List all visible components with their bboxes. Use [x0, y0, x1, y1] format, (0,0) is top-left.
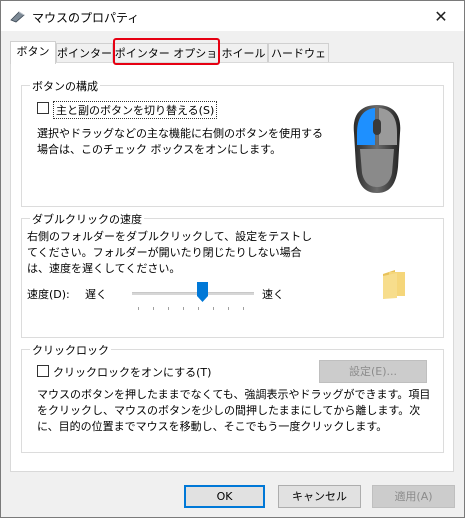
window-title: マウスのプロパティ — [32, 11, 140, 25]
cancel-button[interactable]: キャンセル — [278, 485, 361, 508]
mouse-app-icon — [10, 11, 25, 23]
slider-tick — [183, 307, 184, 310]
group-title: クリックロック — [30, 342, 111, 358]
slider-tick — [198, 307, 199, 310]
slider-tick — [168, 307, 169, 310]
double-click-speed-group: ダブルクリックの速度 右側のフォルダーをダブルクリックして、設定をテストしてくだ… — [21, 211, 444, 338]
speed-label: 速度(D): — [27, 288, 70, 301]
slider-tick — [213, 307, 214, 310]
mouse-icon — [353, 105, 401, 193]
slider-tick — [138, 307, 139, 310]
slow-label: 遅く — [85, 288, 107, 301]
swap-buttons-checkbox[interactable] — [37, 102, 49, 114]
tab-hardware[interactable]: ハードウェア — [268, 43, 329, 79]
click-lock-label[interactable]: クリックロックをオンにする(T) — [53, 364, 211, 380]
button-config-description: 選択やドラッグなどの主な機能に右側のボタンを使用する場合は、このチェック ボック… — [37, 127, 323, 156]
tab-wheel[interactable]: ホイール — [219, 43, 268, 62]
click-lock-settings-button[interactable]: 設定(E)... — [319, 360, 427, 383]
slider-tick — [228, 307, 229, 310]
folder-icon — [383, 270, 405, 299]
mouse-properties-dialog: マウスのプロパティ ✕ ボタン ポインター ポインター オプション ホイール ハ… — [0, 0, 465, 518]
group-title: ボタンの構成 — [30, 78, 100, 94]
test-folder-area[interactable] — [361, 250, 433, 318]
fast-label: 速く — [262, 288, 284, 301]
click-lock-group: クリックロック クリックロックをオンにする(T) 設定(E)... マウスのボタ… — [21, 342, 444, 453]
click-lock-description: マウスのボタンを押したままでなくても、強調表示やドラッグができます。項目をクリッ… — [37, 388, 431, 433]
tab-pointers[interactable]: ポインター — [56, 43, 113, 62]
speed-slider-thumb[interactable] — [197, 282, 208, 302]
tab-label: ボタン — [16, 45, 50, 58]
speed-slider-track[interactable] — [132, 292, 254, 295]
click-lock-checkbox[interactable] — [37, 365, 49, 377]
tab-highlight-box — [113, 38, 220, 65]
tab-panel: ボタンの構成 主と副のボタンを切り替える(S) 選択やドラッグなどの主な機能に右… — [10, 62, 454, 472]
tab-label: ポインター — [57, 47, 112, 60]
tab-label: ホイール — [221, 47, 266, 60]
ok-button[interactable]: OK — [184, 485, 265, 508]
slider-tick — [153, 307, 154, 310]
title-bar: マウスのプロパティ ✕ — [1, 1, 464, 31]
apply-button[interactable]: 適用(A) — [372, 485, 455, 508]
tab-buttons[interactable]: ボタン — [10, 41, 56, 64]
close-button[interactable]: ✕ — [418, 1, 464, 31]
double-click-description: 右側のフォルダーをダブルクリックして、設定をテストしてください。フォルダーが開い… — [27, 230, 313, 275]
close-icon: ✕ — [434, 6, 448, 26]
slider-tick — [243, 307, 244, 310]
swap-buttons-label[interactable]: 主と副のボタンを切り替える(S) — [53, 101, 218, 119]
button-config-group: ボタンの構成 主と副のボタンを切り替える(S) 選択やドラッグなどの主な機能に右… — [21, 78, 444, 207]
group-title: ダブルクリックの速度 — [30, 211, 144, 227]
